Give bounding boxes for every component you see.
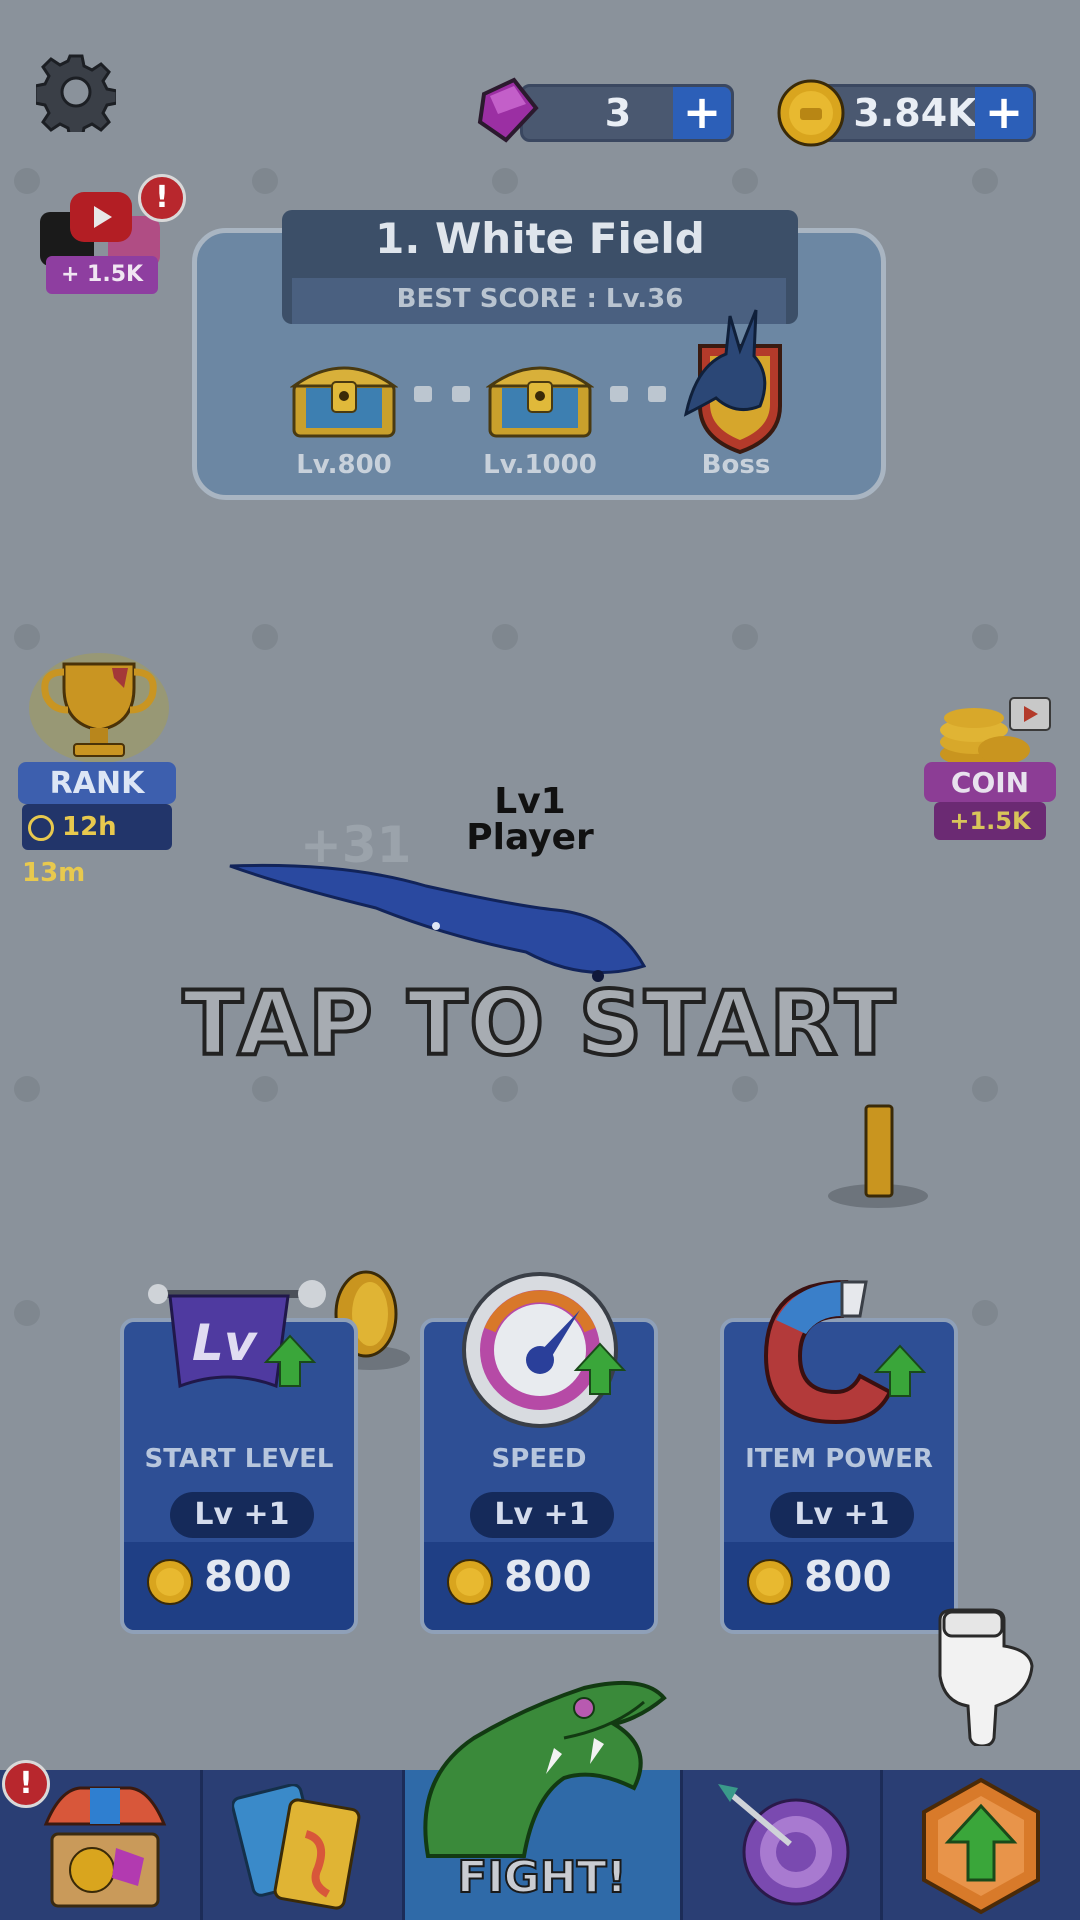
nav-fight[interactable] [414,1678,674,1858]
upgrade-hexagon-icon [922,1777,1040,1915]
speedometer-icon [460,1270,630,1434]
level-title: 1. White Field [375,214,705,263]
upgrade-price: 800 [204,1552,292,1601]
add-gems-button[interactable]: + [673,87,731,139]
coin-icon [147,1559,193,1605]
rank-timer: 12h 13m [22,804,172,888]
dragon-boss-icon [676,306,796,460]
upgrade-level: Lv +1 [770,1492,914,1538]
nav-shop[interactable] [40,1774,170,1914]
milestone-label: Lv.1000 [483,450,597,480]
pointing-hand-icon [920,1606,1040,1750]
upgrade-price: 800 [504,1552,592,1601]
settings-gear-icon[interactable] [33,52,119,140]
youtube-icon [70,192,132,242]
player-name: Player [466,817,594,858]
snake-player [226,856,647,990]
coin-icon [776,78,846,152]
upgrade-level: Lv +1 [470,1492,614,1538]
treasure-chest-icon [289,354,399,444]
coin-counter: 3.84K + [818,84,1036,142]
upgrade-level: Lv +1 [170,1492,314,1538]
nav-target[interactable] [716,1780,856,1910]
coin-icon [747,1559,793,1605]
treasure-chest-icon [485,354,595,444]
shop-icon [43,1786,167,1908]
coin-offer-button[interactable]: COIN [924,762,1056,802]
nav-upgrade[interactable] [916,1776,1046,1916]
cards-icon [231,1783,361,1910]
post-obstacle [824,1104,934,1218]
snake-head-icon [423,1680,667,1858]
milestone-label: Lv.800 [296,450,392,480]
player-level: Lv1 [494,781,566,822]
coin-offer-bonus: +1.5K [934,802,1046,840]
gem-count: 3 [604,91,632,135]
clock-icon [28,814,54,841]
coin-icon [447,1559,493,1605]
upgrade-name: START LEVEL [144,1444,334,1474]
nav-cards[interactable] [231,1783,372,1914]
milestone-label: Boss [701,450,771,480]
shop-alert-badge: ! [2,1760,50,1808]
fight-label: FIGHT! [456,1851,627,1904]
coin-stack-icon [934,688,1054,772]
upgrade-price: 800 [804,1552,892,1601]
social-alert-badge: ! [138,174,186,222]
upgrade-name: ITEM POWER [745,1444,933,1474]
svg-text:Lv: Lv [192,1314,258,1372]
gem-counter: 3 + [520,84,734,142]
tap-to-start-prompt[interactable]: TAP TO START [0,970,1080,1077]
coin-count: 3.84K [853,91,977,135]
target-icon [718,1784,850,1906]
upgrade-name: SPEED [491,1444,587,1474]
level-banner-icon: Lv [148,1276,328,1400]
trophy-icon [24,648,174,772]
gem-icon [474,74,544,150]
social-reward-amount: + 1.5K [46,256,158,294]
player-label: Lv1 Player [420,784,640,856]
magnet-icon [756,1272,927,1436]
add-coins-button[interactable]: + [975,87,1033,139]
rank-button[interactable]: RANK [18,762,176,804]
